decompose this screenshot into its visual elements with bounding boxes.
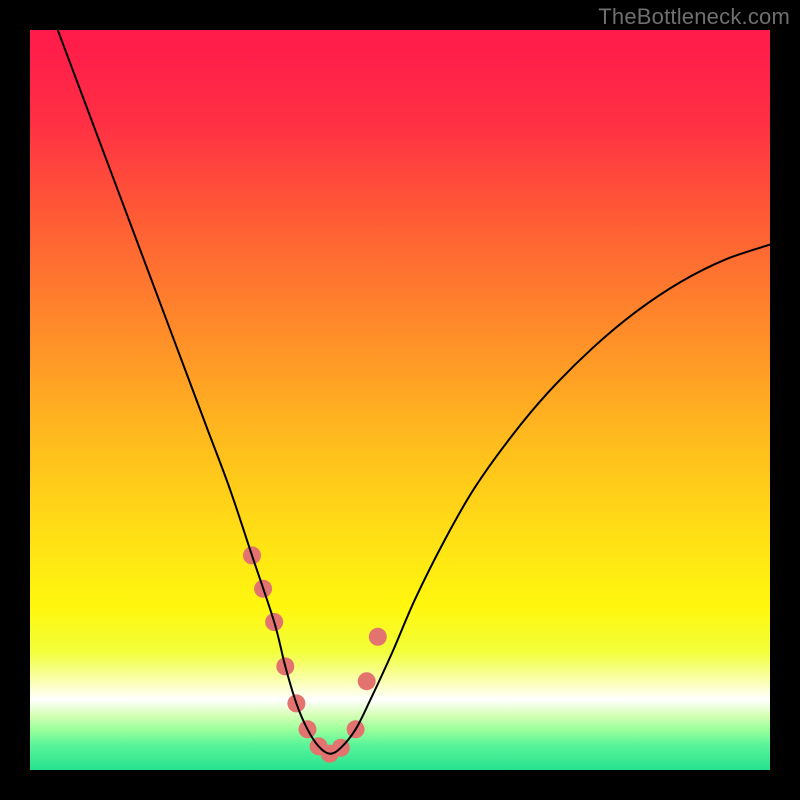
bottleneck-chart [0, 0, 800, 800]
highlight-dot [369, 628, 387, 646]
gradient-background [30, 30, 770, 770]
chart-stage: TheBottleneck.com [0, 0, 800, 800]
highlight-dot [358, 672, 376, 690]
watermark-text: TheBottleneck.com [598, 4, 790, 30]
